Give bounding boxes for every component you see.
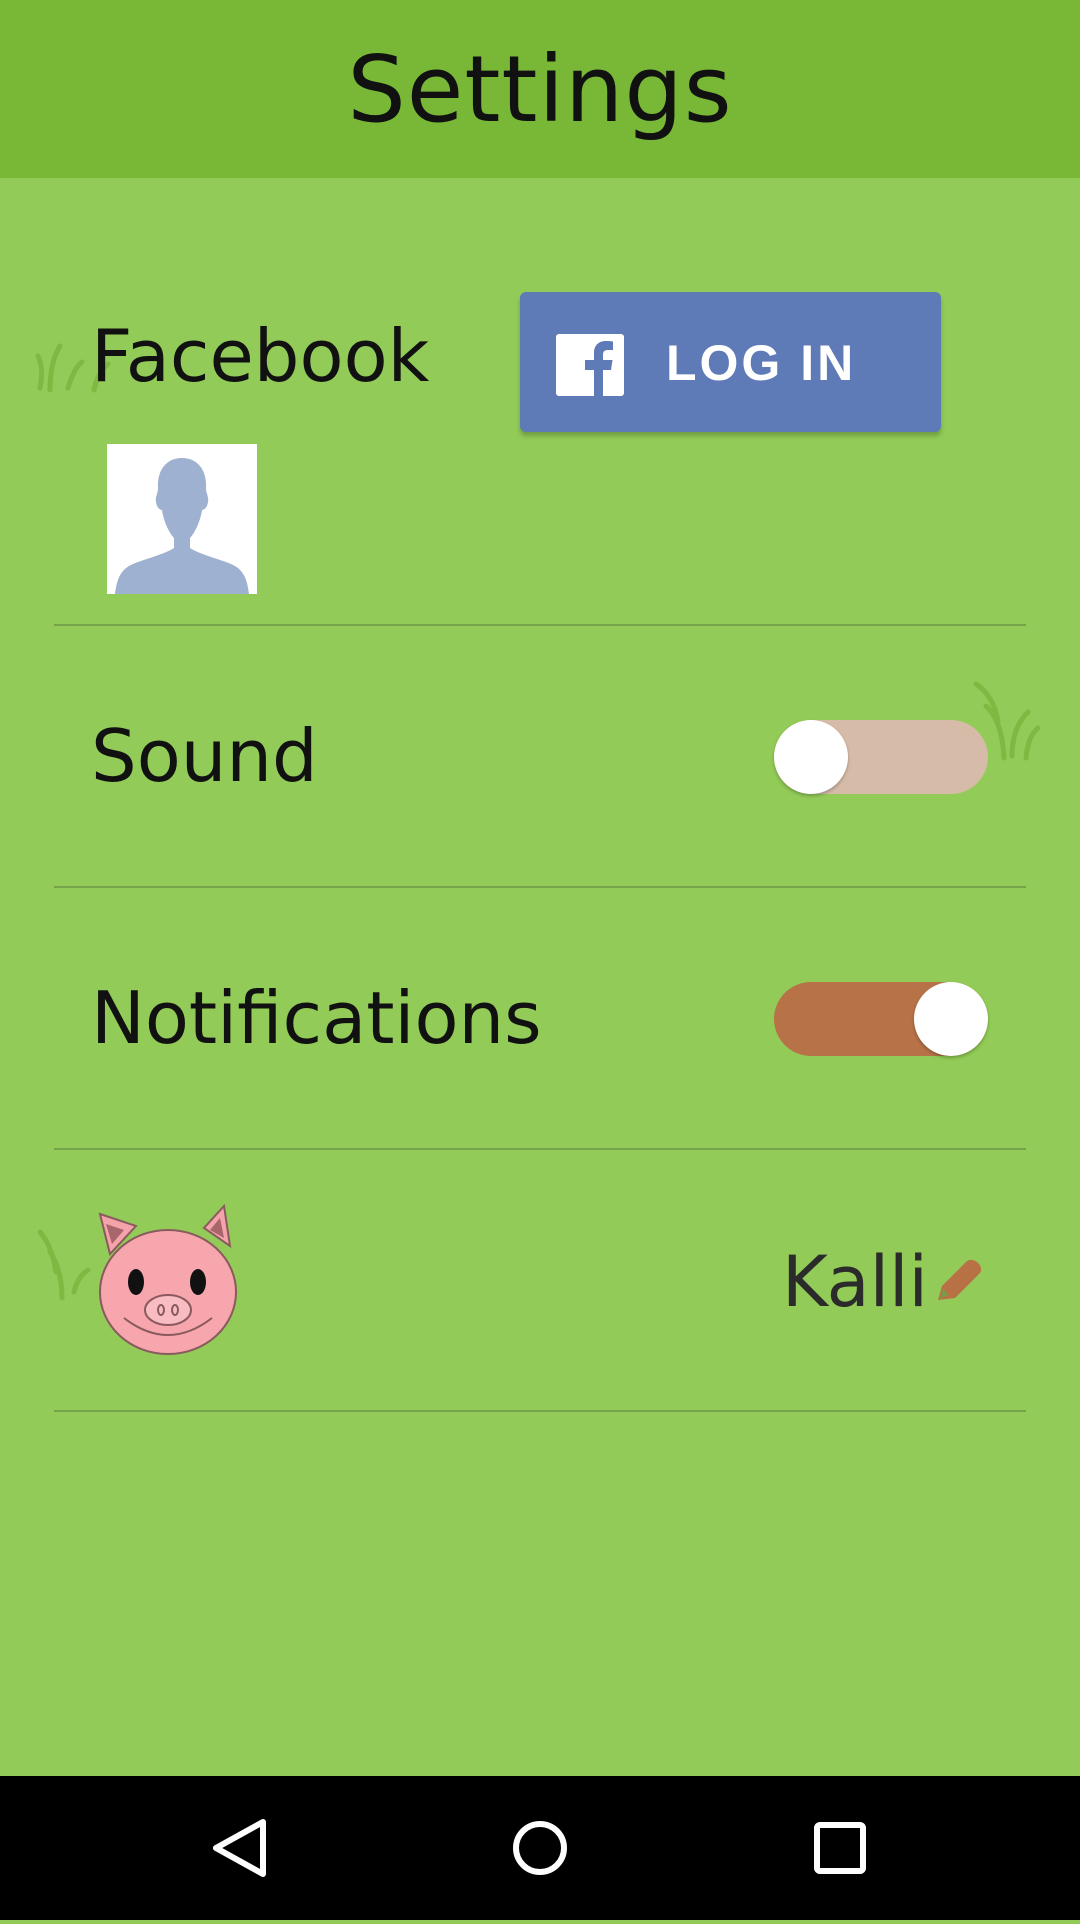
home-icon: [513, 1821, 567, 1875]
pencil-icon[interactable]: [934, 1256, 984, 1304]
profile-name[interactable]: Kalli: [782, 1241, 928, 1323]
facebook-login-button[interactable]: LOG IN: [520, 292, 941, 432]
facebook-profile-picture: [107, 444, 257, 594]
facebook-logo-icon: [556, 334, 624, 396]
back-button[interactable]: [150, 1776, 330, 1920]
grass-decoration-icon: [37, 1229, 91, 1301]
default-profile-silhouette-icon: [115, 458, 249, 594]
facebook-login-label: LOG IN: [666, 335, 857, 391]
app-header: Settings: [0, 0, 1080, 178]
settings-content: Facebook LOG IN Sound Notifications Kall…: [0, 178, 1080, 1776]
sound-toggle[interactable]: [774, 720, 988, 794]
back-icon: [213, 1819, 266, 1877]
divider: [54, 624, 1026, 626]
page-title: Settings: [347, 35, 733, 143]
system-navigation-bar: [0, 1776, 1080, 1920]
pig-face-icon[interactable]: [94, 1202, 242, 1356]
sound-label: Sound: [91, 714, 318, 798]
recents-icon: [814, 1822, 866, 1874]
divider: [54, 886, 1026, 888]
home-button[interactable]: [450, 1776, 630, 1920]
recents-button[interactable]: [750, 1776, 930, 1920]
divider: [54, 1148, 1026, 1150]
notifications-toggle[interactable]: [774, 982, 988, 1056]
toggle-knob: [914, 982, 988, 1056]
notifications-label: Notifications: [91, 976, 542, 1060]
toggle-knob: [774, 720, 848, 794]
divider: [54, 1410, 1026, 1412]
facebook-label: Facebook: [91, 314, 430, 398]
